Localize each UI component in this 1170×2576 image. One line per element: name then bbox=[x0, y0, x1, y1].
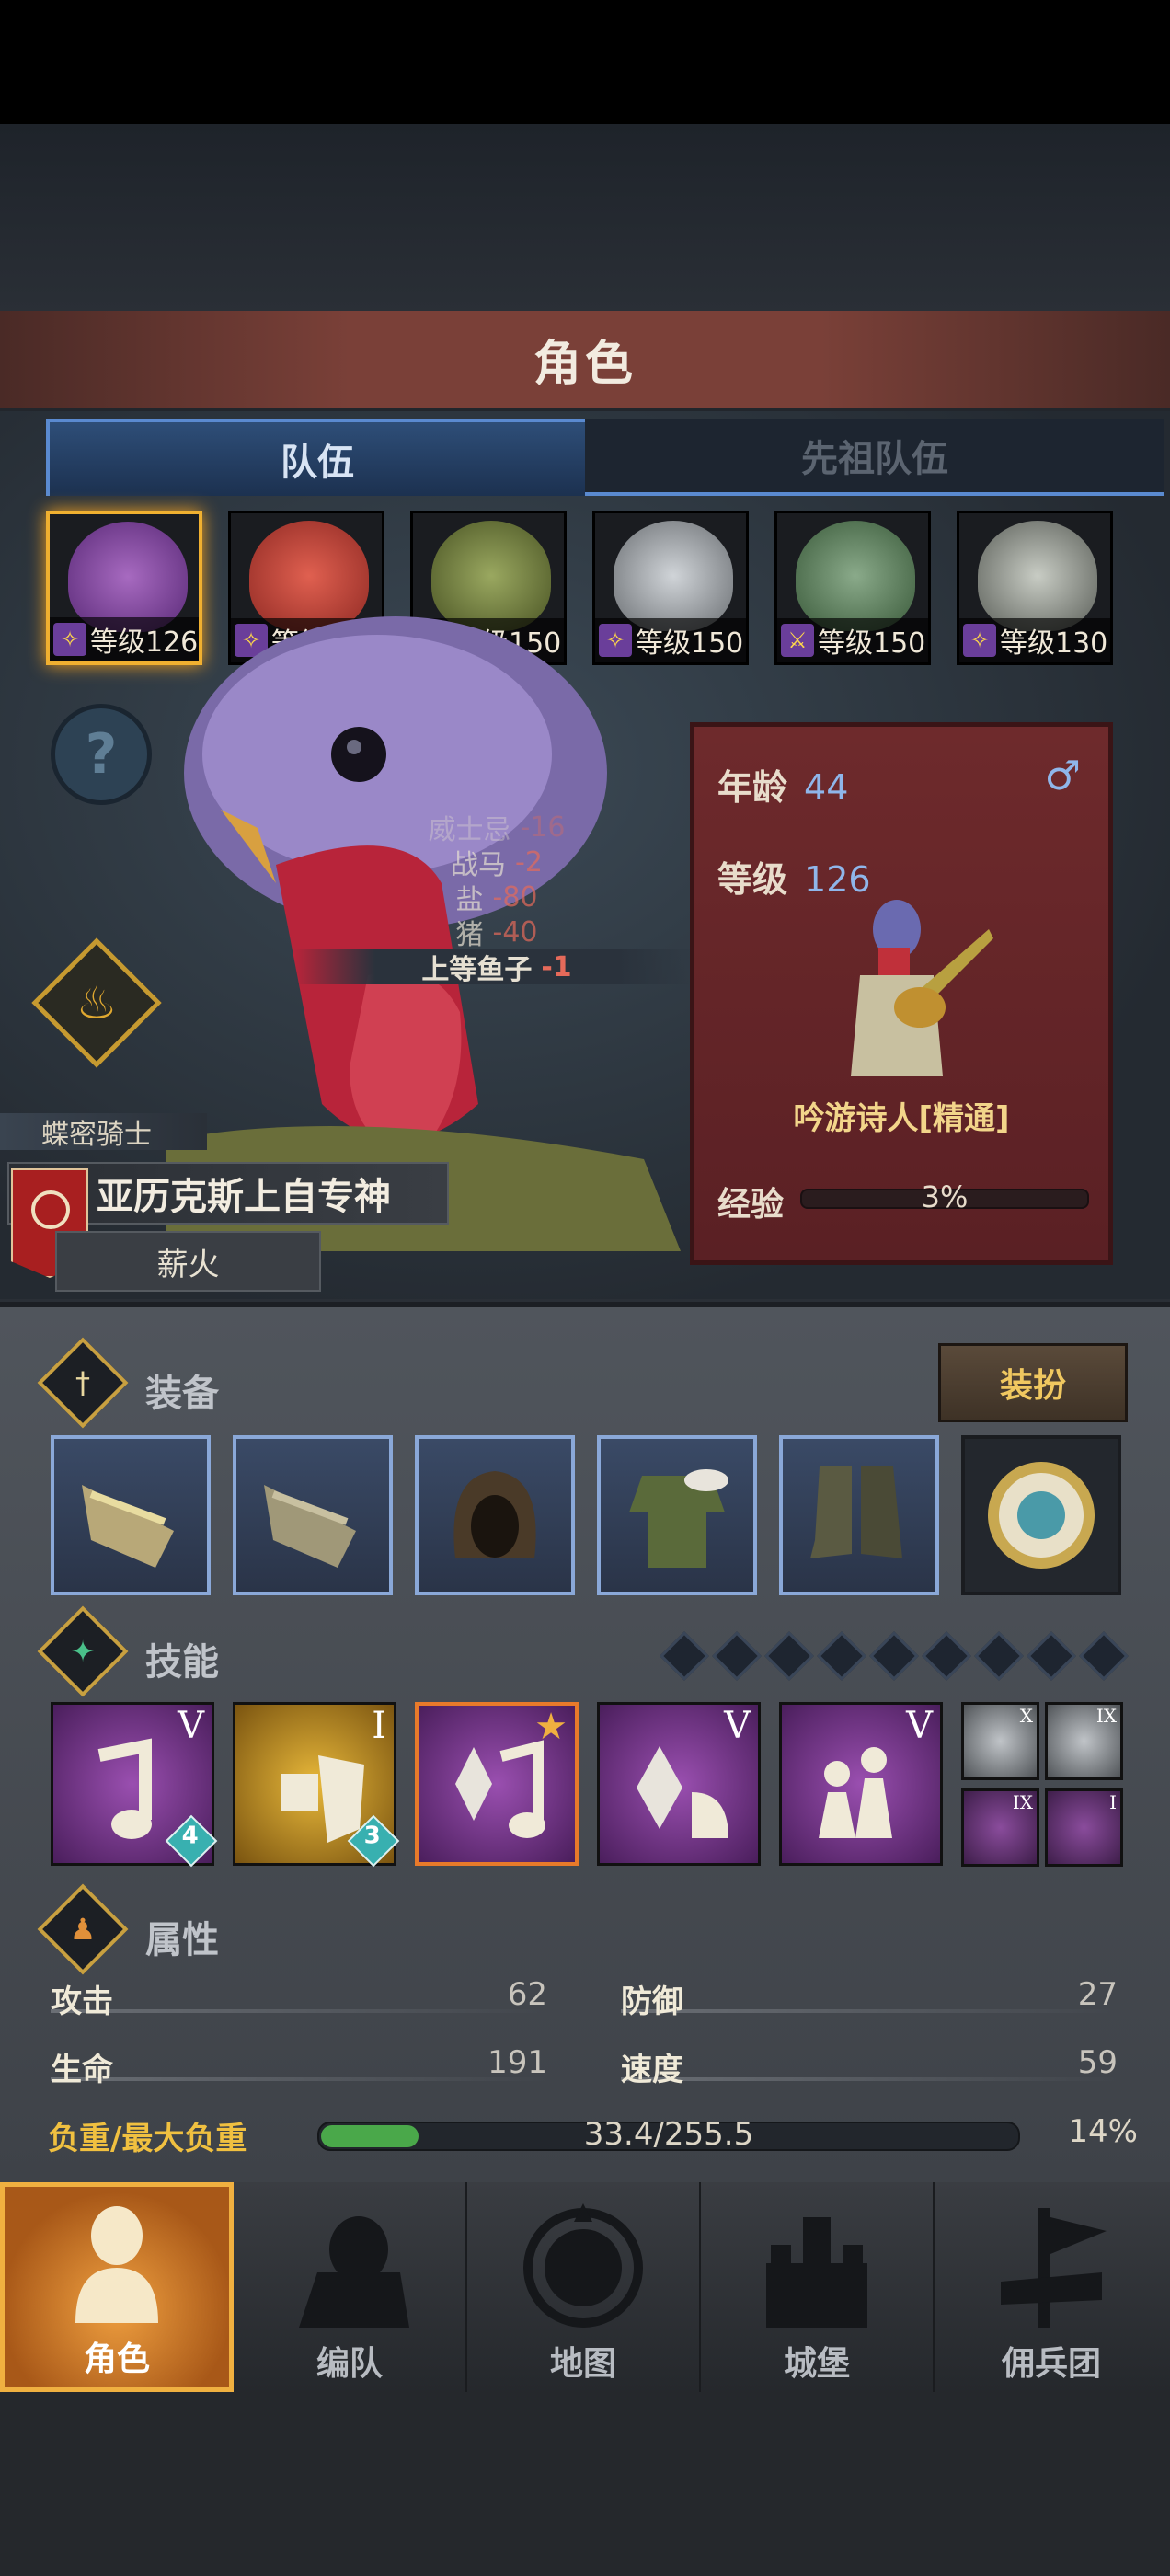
male-icon: ♂ bbox=[1044, 753, 1081, 799]
gauntlet-icon bbox=[82, 1485, 174, 1568]
equipment-slot[interactable] bbox=[779, 1435, 939, 1595]
skill-slots-indicator bbox=[660, 1631, 1129, 1681]
equipment-slot[interactable] bbox=[597, 1435, 757, 1595]
tab-team[interactable]: 队伍 bbox=[46, 419, 589, 496]
boots-icon bbox=[810, 1466, 902, 1558]
nav-mercenary[interactable]: 佣兵团 bbox=[935, 2182, 1168, 2392]
crystal-hand-icon bbox=[637, 1746, 728, 1838]
nav-character[interactable]: 角色 bbox=[0, 2182, 234, 2392]
passive-skill[interactable]: IX bbox=[961, 1788, 1039, 1867]
hero-portrait bbox=[978, 521, 1097, 631]
question-icon: ? bbox=[85, 722, 118, 787]
top-backdrop bbox=[0, 124, 1170, 313]
castle-icon bbox=[766, 2217, 867, 2328]
hero-card[interactable]: ⚔ 等级150 bbox=[774, 511, 931, 665]
exp-bar: 3% bbox=[800, 1179, 1089, 1214]
load-value: 33.4/255.5 bbox=[583, 2116, 754, 2153]
skill-slot[interactable]: V bbox=[779, 1702, 943, 1866]
passive-skill[interactable]: IX bbox=[1045, 1702, 1123, 1780]
character-info-banner: 年龄 44 ♂ 等级 126 吟游诗人[精通] 经验 3% bbox=[690, 722, 1113, 1265]
wand-icon: ✧ bbox=[53, 623, 86, 656]
passive-skill[interactable]: I bbox=[1045, 1788, 1123, 1867]
skill-slot[interactable]: ★ bbox=[415, 1702, 579, 1866]
hero-level: 等级130 bbox=[1000, 627, 1108, 660]
potion-icon: ♨ bbox=[75, 976, 118, 1029]
hood-icon bbox=[453, 1471, 536, 1558]
stat-speed: 速度 59 bbox=[621, 2044, 1118, 2088]
status-bar bbox=[0, 0, 1170, 124]
bottom-backdrop bbox=[0, 2392, 1170, 2576]
nav-castle[interactable]: 城堡 bbox=[701, 2182, 935, 2392]
load-percent: 14% bbox=[1068, 2113, 1138, 2150]
stat-health: 生命 191 bbox=[51, 2044, 547, 2088]
hero-card[interactable]: ✧ 等级130 bbox=[957, 511, 1113, 665]
stat-defense: 防御 27 bbox=[621, 1976, 1118, 2020]
load-label: 负重/最大负重 bbox=[48, 2121, 247, 2157]
dress-up-button[interactable]: 装扮 bbox=[938, 1343, 1128, 1422]
stat-attack: 攻击 62 bbox=[51, 1976, 547, 2020]
tunic-icon bbox=[629, 1469, 728, 1568]
helmet-group-icon bbox=[299, 2216, 409, 2328]
banner-icon bbox=[1001, 2208, 1107, 2328]
equipment-slot[interactable] bbox=[961, 1435, 1121, 1595]
nav-map[interactable]: 地图 bbox=[467, 2182, 701, 2392]
star-icon: ★ bbox=[534, 1706, 568, 1748]
passive-skill[interactable]: X bbox=[961, 1702, 1039, 1780]
bottom-nav: 角色 编队 地图 城堡 佣兵团 bbox=[0, 2182, 1170, 2392]
sword-icon: ⚔ bbox=[781, 624, 814, 657]
wand-icon: ✧ bbox=[963, 624, 996, 657]
exp-label: 经验 bbox=[717, 1186, 785, 1224]
log-entry: 猪 -40 bbox=[455, 915, 538, 952]
age-row: 年龄 44 bbox=[717, 767, 849, 808]
equipment-slot[interactable] bbox=[415, 1435, 575, 1595]
skill-slot[interactable]: V bbox=[597, 1702, 761, 1866]
exp-value: 3% bbox=[921, 1179, 969, 1214]
gauntlet-icon bbox=[264, 1485, 356, 1568]
help-button[interactable]: ? bbox=[51, 704, 152, 805]
character-title[interactable]: 薪火 bbox=[55, 1231, 321, 1292]
party-icon bbox=[819, 1747, 892, 1838]
equipment-slot[interactable] bbox=[51, 1435, 211, 1595]
class-name: 吟游诗人[精通] bbox=[793, 1100, 1010, 1137]
equipment-label: 装备 bbox=[145, 1373, 219, 1415]
skill-slot[interactable]: I 3 bbox=[233, 1702, 400, 1868]
knight-icon bbox=[75, 2206, 158, 2323]
page-title: 角色 bbox=[533, 337, 637, 392]
hero-level: 等级150 bbox=[818, 627, 926, 660]
class-figure bbox=[851, 900, 993, 1076]
load-bar: 33.4/255.5 bbox=[317, 2116, 1020, 2153]
title-bar: 角色 bbox=[0, 311, 1170, 411]
skill-slot[interactable]: V 4 bbox=[51, 1702, 218, 1868]
crystal-note-icon bbox=[455, 1740, 545, 1838]
loot-log: 威士忌 -16 战马 -2 盐 -80 猪 -40 上等鱼子 -1 bbox=[294, 810, 699, 986]
log-entry: 盐 -80 bbox=[455, 880, 538, 917]
skills-label: 技能 bbox=[145, 1641, 219, 1684]
log-entry: 威士忌 -16 bbox=[428, 811, 566, 847]
nav-formation[interactable]: 编队 bbox=[234, 2182, 467, 2392]
tab-ancestor-team[interactable]: 先祖队伍 bbox=[585, 419, 1164, 496]
compass-icon bbox=[523, 2203, 643, 2328]
medallion-icon bbox=[988, 1462, 1095, 1569]
log-entry: 上等鱼子 -1 bbox=[294, 949, 699, 986]
attributes-label: 属性 bbox=[145, 1919, 219, 1961]
order-tag: 蝶密骑士 bbox=[0, 1113, 207, 1151]
hero-portrait bbox=[796, 521, 915, 631]
equipment-slot[interactable] bbox=[233, 1435, 393, 1595]
log-entry: 战马 -2 bbox=[451, 845, 543, 882]
